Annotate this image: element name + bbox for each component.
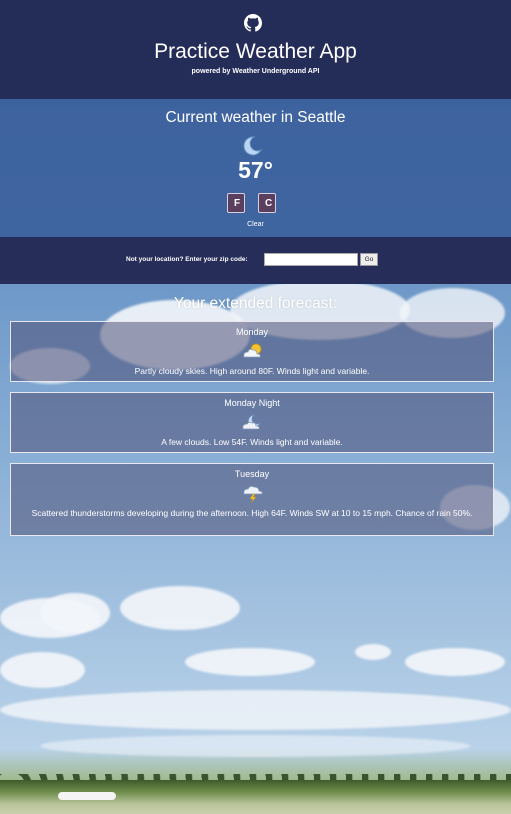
forecast-description: Scattered thunderstorms developing durin… <box>31 508 473 518</box>
thunderstorm-icon <box>243 485 263 503</box>
clear-link[interactable]: Clear <box>0 221 511 228</box>
forecast-card: Tuesday Scattered thunderstorms developi… <box>10 463 494 536</box>
current-weather-heading: Current weather in Seattle <box>165 109 346 126</box>
fahrenheit-button[interactable]: F <box>227 193 245 213</box>
forecast-day: Monday <box>235 327 269 337</box>
go-button[interactable]: Go <box>360 253 378 266</box>
app-header: Practice Weather App powered by Weather … <box>0 0 511 99</box>
forecast-card: Monday Night A few clouds. Low 54F. Wind… <box>10 392 494 453</box>
forecast-day: Tuesday <box>234 469 270 479</box>
night-clouds-icon <box>242 414 261 430</box>
forecast-day: Monday Night <box>224 398 280 408</box>
app-subtitle: powered by Weather Underground API <box>191 68 320 75</box>
celsius-button[interactable]: C <box>258 193 276 213</box>
forecast-description: Partly cloudy skies. High around 80F. Wi… <box>134 366 370 376</box>
forecast-description: A few clouds. Low 54F. Winds light and v… <box>161 437 343 447</box>
zip-code-panel: Not your location? Enter your zip code: … <box>0 237 511 284</box>
forecast-card: Monday Partly cloudy skies. High around … <box>10 321 494 382</box>
zip-code-label: Not your location? Enter your zip code: <box>126 256 248 263</box>
current-temperature: 57° <box>238 157 273 183</box>
moon-icon <box>243 136 263 156</box>
zip-code-input[interactable] <box>264 253 358 266</box>
current-weather-panel: Current weather in Seattle 57° F C Clear <box>0 99 511 237</box>
forecast-heading: Your extended forecast: <box>173 295 338 312</box>
github-icon[interactable] <box>244 14 262 32</box>
partly-cloudy-icon <box>243 343 262 358</box>
app-title: Practice Weather App <box>154 40 357 63</box>
